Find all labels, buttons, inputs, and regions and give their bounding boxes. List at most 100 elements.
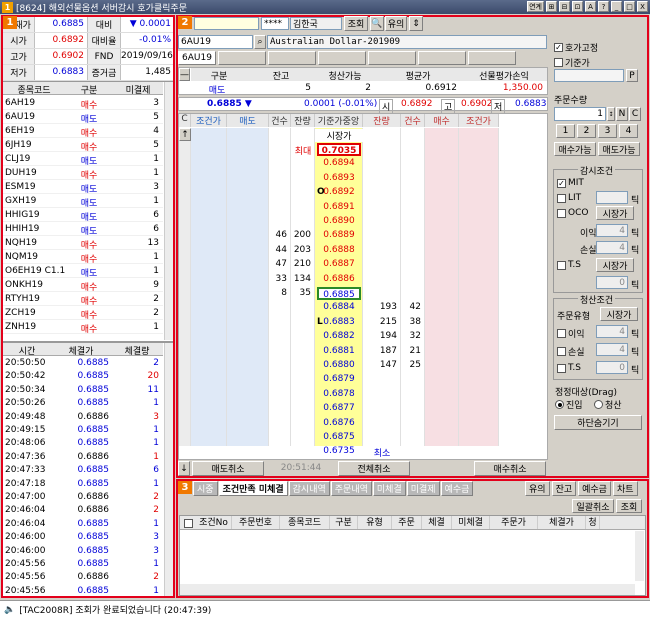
title-button[interactable]: A [585, 1, 596, 12]
price-level[interactable]: 0.6884 [317, 301, 361, 314]
price-level[interactable]: 0.6878 [317, 388, 361, 401]
entry-radio[interactable]: 진입 [555, 398, 583, 411]
scroll-up-icon[interactable]: ↑ [179, 128, 191, 141]
tab-6[interactable]: 예수금 [440, 481, 474, 496]
title-button[interactable]: ⊡ [572, 1, 583, 12]
cancel-buy-button[interactable]: 매수취소 [474, 461, 546, 476]
search-icon[interactable]: 🔍 [370, 16, 384, 31]
oco-option[interactable]: OCO [557, 208, 588, 218]
qty-preset-button[interactable]: 1 [556, 124, 575, 138]
position-expand-button[interactable]: — [179, 68, 190, 81]
liq-loss-input[interactable]: 4 [596, 343, 628, 356]
title-button[interactable]: ⊟ [559, 1, 570, 12]
mit-checkbox[interactable]: ✓ [557, 178, 566, 188]
price-level[interactable]: 0.6879 [317, 373, 361, 386]
symbol-tab-empty[interactable] [318, 51, 366, 65]
liq-ts-checkbox[interactable] [557, 363, 566, 373]
buy-available-button[interactable]: 매수가능 [554, 142, 596, 156]
list-item[interactable]: GXH19 매도 1 [3, 194, 163, 209]
cancel-sell-button[interactable]: 매도취소 [192, 461, 264, 476]
price-level[interactable]: 0.7035 [317, 143, 361, 156]
orders-query-button[interactable]: 조회 [616, 499, 642, 513]
oco-loss-input[interactable]: 4 [596, 241, 628, 254]
symbol-tab-empty[interactable] [368, 51, 416, 65]
price-level[interactable]: 0.6888 [317, 244, 361, 257]
entry-radio-dot[interactable] [555, 400, 564, 409]
qty-preset-button[interactable]: 3 [598, 124, 617, 138]
list-item[interactable]: 6AU19 매도 5 [3, 110, 163, 125]
lit-input[interactable] [596, 191, 628, 204]
list-item[interactable]: 6JH19 매수 5 [3, 138, 163, 153]
oco-market-button[interactable]: 시장가 [596, 206, 634, 220]
select-all-checkbox[interactable] [180, 516, 196, 530]
symbol-tab-empty[interactable] [468, 51, 516, 65]
orders-hscrollbar[interactable] [180, 584, 635, 595]
price-level[interactable]: 0.6877 [317, 402, 361, 415]
liq-loss-option[interactable]: 손실 [557, 345, 585, 358]
list-item[interactable]: 6AH19 매수 3 [3, 96, 163, 111]
list-item[interactable]: CLJ19 매도 1 [3, 152, 163, 167]
query-button[interactable]: 조회 [344, 16, 368, 31]
list-item[interactable]: ESM19 매도 3 [3, 180, 163, 195]
list-item[interactable]: O6EH19 C1.155매도1 [3, 264, 163, 279]
tab-5[interactable]: 미결제 [406, 481, 440, 496]
symbol-tab-empty[interactable] [418, 51, 466, 65]
price-level[interactable]: 0.6875 [317, 431, 361, 444]
qty-preset-button[interactable]: 2 [577, 124, 596, 138]
list-item[interactable]: HHIH19 매도 6 [3, 222, 163, 237]
list-item[interactable]: HHIG19 매도 6 [3, 208, 163, 223]
notice-button[interactable]: 유의 [385, 16, 407, 31]
liq-loss-checkbox[interactable] [557, 347, 566, 356]
base-price-checkbox[interactable] [554, 58, 563, 67]
exit-radio-dot[interactable] [594, 400, 603, 409]
list-item[interactable]: DUH19 매수 1 [3, 166, 163, 181]
price-level[interactable]: 0.6893 [317, 172, 361, 185]
price-level[interactable]: 0.6890 [317, 215, 361, 228]
orders-vscrollbar[interactable] [635, 531, 644, 581]
symbol-tab[interactable]: 6AU19 [178, 51, 216, 65]
account-select[interactable] [194, 17, 259, 30]
tab-4[interactable]: 미체결 [372, 481, 406, 496]
tab-0[interactable]: 시중 [193, 481, 218, 496]
liq-market-button[interactable]: 시장가 [600, 307, 638, 321]
liq-ts-option[interactable]: T.S [557, 363, 581, 373]
ts-option[interactable]: T.S [557, 260, 581, 270]
list-item[interactable]: NQH19 매수 13 [3, 236, 163, 251]
account-password[interactable]: **** [261, 17, 289, 30]
symbol-code-input[interactable]: 6AU19 [178, 35, 253, 49]
tab-2[interactable]: 감시내역 [288, 481, 330, 496]
holdings-scrollbar[interactable] [164, 82, 173, 340]
price-level[interactable]: 0.6886 [317, 273, 361, 286]
oco-checkbox[interactable] [557, 208, 566, 218]
mit-option[interactable]: ✓ MIT [557, 178, 584, 188]
cancel-all-button[interactable]: 전체취소 [338, 461, 410, 476]
oco-profit-input[interactable]: 4 [596, 224, 628, 237]
ts-input[interactable]: 0 [596, 276, 628, 289]
list-item[interactable]: ZNH19 매수 1 [3, 320, 163, 335]
exit-radio[interactable]: 청산 [594, 398, 622, 411]
price-level[interactable]: 0.6880 [317, 359, 361, 372]
sell-available-button[interactable]: 매도가능 [598, 142, 640, 156]
ts-market-button[interactable]: 시장가 [596, 258, 634, 272]
ts-checkbox[interactable] [557, 260, 566, 270]
bottom-right-button[interactable]: 잔고 [551, 481, 577, 496]
list-item[interactable]: ZCH19 매수 2 [3, 306, 163, 321]
symbol-tab-empty[interactable] [268, 51, 316, 65]
price-level[interactable]: 0.6894 [317, 157, 361, 170]
updown-icon[interactable]: ⇕ [409, 16, 423, 31]
tab-1[interactable]: 조건만족 미체결 [218, 481, 288, 496]
bottom-right-button[interactable]: 예수금 [578, 481, 611, 496]
ticks-scrollbar[interactable] [164, 343, 173, 596]
qty-spin-icon[interactable]: ↕ [607, 107, 615, 121]
qty-c-button[interactable]: C [629, 107, 641, 121]
title-button[interactable]: _ [611, 1, 622, 12]
price-level[interactable]: 0.6889 [317, 229, 361, 242]
fix-price-checkbox[interactable]: ✓ [554, 43, 563, 52]
title-button[interactable]: X [637, 1, 648, 12]
liq-profit-input[interactable]: 4 [596, 325, 628, 338]
liq-profit-checkbox[interactable] [557, 329, 566, 338]
base-price-input[interactable] [554, 69, 624, 82]
liq-profit-option[interactable]: 이익 [557, 327, 585, 340]
list-item[interactable]: 6EH19 매수 4 [3, 124, 163, 139]
price-level[interactable]: 0.6882 [317, 330, 361, 343]
